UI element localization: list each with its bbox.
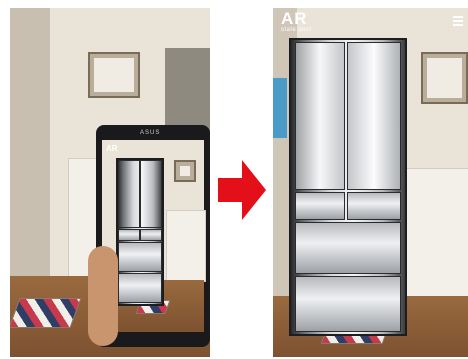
fridge-bottom-drawer (295, 276, 401, 332)
hand (88, 246, 118, 346)
fridge-small-drawer-left (295, 192, 345, 220)
app-logo-text: AR (281, 9, 308, 28)
fridge-right-door (347, 42, 401, 190)
app-logo: AR stale post (281, 10, 312, 34)
right-ar-view-panel: AR stale post (273, 8, 468, 357)
left-photo-panel: ASUS AR (10, 8, 210, 357)
fridge-left-door (295, 42, 345, 190)
app-logo-subtitle: stale post (281, 27, 312, 33)
screen-ar-logo: AR (106, 144, 118, 153)
wall-poster (273, 78, 287, 138)
wall-picture-frame (421, 52, 468, 104)
wall-picture-frame (88, 52, 140, 98)
phone-brand-label: ASUS (140, 130, 161, 136)
ar-fridge-model (289, 38, 407, 336)
right-arrow-icon (218, 160, 266, 220)
hamburger-menu-icon[interactable] (453, 16, 463, 26)
floor-rug (10, 298, 82, 328)
screen-picture-frame (174, 160, 196, 182)
screen-ar-fridge (116, 158, 164, 306)
fridge-small-drawer-right (347, 192, 401, 220)
counter-cabinet (405, 168, 468, 310)
fridge-middle-drawer (295, 222, 401, 274)
door-frame (10, 8, 50, 298)
